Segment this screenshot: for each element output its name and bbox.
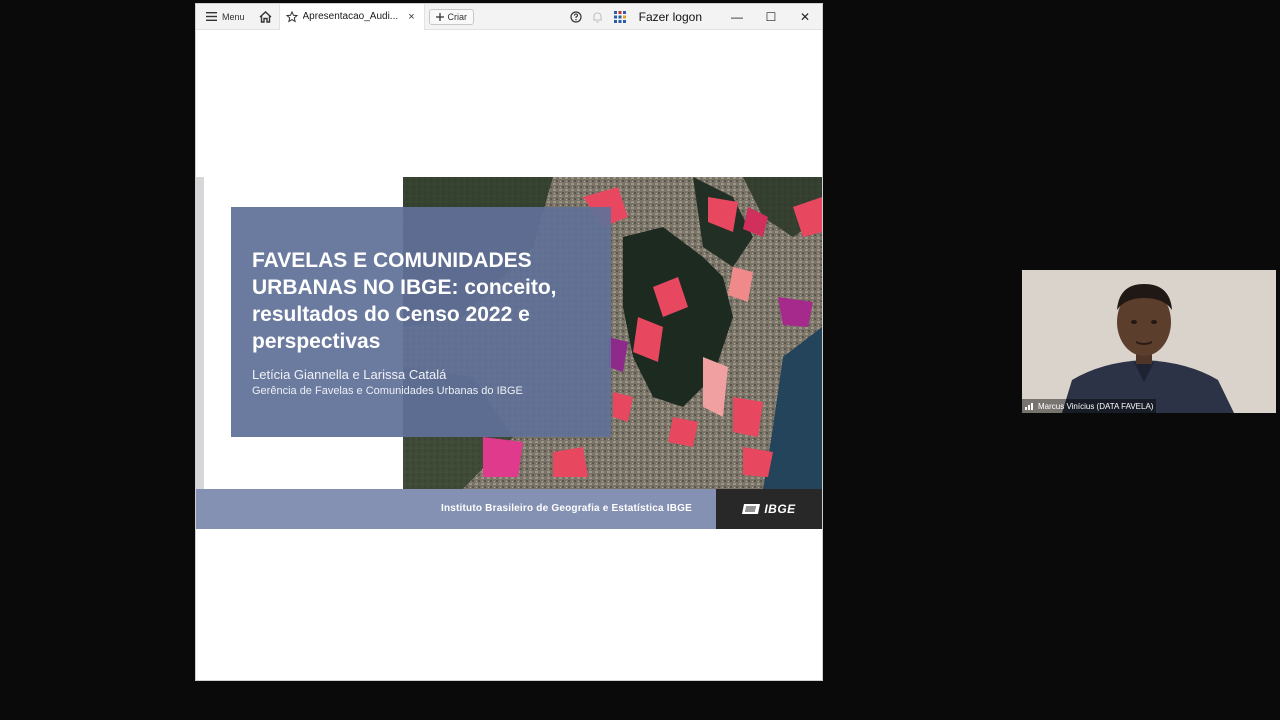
apps-grid-icon xyxy=(613,10,626,23)
app-window: Menu Apresentacao_Audi... × Criar Fazer … xyxy=(195,3,823,681)
bell-icon xyxy=(593,11,603,23)
create-button[interactable]: Criar xyxy=(428,8,475,25)
minimize-button[interactable]: — xyxy=(720,4,754,30)
participant-name-bar: Marcus Vinícius (DATA FAVELA) xyxy=(1022,399,1157,413)
signal-strength-icon xyxy=(1025,403,1033,410)
ibge-logo: IBGE xyxy=(716,489,822,529)
home-button[interactable] xyxy=(253,4,279,30)
slide-footer: Instituto Brasileiro de Geografia e Esta… xyxy=(196,489,822,529)
create-label: Criar xyxy=(447,11,468,22)
tab-document[interactable]: Apresentacao_Audi... × xyxy=(278,3,425,30)
slide-authors: Letícia Giannella e Larissa Catalá xyxy=(252,367,447,382)
ibge-logo-text: IBGE xyxy=(764,502,796,516)
tab-close-icon[interactable]: × xyxy=(406,11,418,23)
slide-title-box: FAVELAS E COMUNIDADES URBANAS NO IBGE: c… xyxy=(231,207,611,437)
participant-name: Marcus Vinícius (DATA FAVELA) xyxy=(1038,401,1154,411)
slide-department: Gerência de Favelas e Comunidades Urbana… xyxy=(252,385,523,397)
star-icon[interactable] xyxy=(285,10,298,23)
home-icon xyxy=(259,10,272,23)
apps-button[interactable] xyxy=(609,4,631,30)
slide-title: FAVELAS E COMUNIDADES URBANAS NO IBGE: c… xyxy=(252,249,557,353)
hamburger-icon xyxy=(206,12,217,21)
notifications-button[interactable] xyxy=(587,4,609,30)
sign-in-link[interactable]: Fazer logon xyxy=(631,4,720,30)
tab-title: Apresentacao_Audi... xyxy=(302,11,399,22)
ibge-logo-icon xyxy=(742,504,761,514)
participant-video-image xyxy=(1022,270,1276,413)
help-icon xyxy=(570,10,582,23)
footer-institution-text: Instituto Brasileiro de Geografia e Esta… xyxy=(440,503,692,514)
menu-label: Menu xyxy=(222,11,245,22)
close-button[interactable]: ✕ xyxy=(788,4,822,30)
menu-button[interactable]: Menu xyxy=(196,4,253,30)
screen: Menu Apresentacao_Audi... × Criar Fazer … xyxy=(0,0,1280,720)
maximize-button[interactable]: ☐ xyxy=(754,4,788,30)
presentation-slide: FAVELAS E COMUNIDADES URBANAS NO IBGE: c… xyxy=(196,177,822,529)
help-button[interactable] xyxy=(565,4,587,30)
plus-icon xyxy=(435,12,444,21)
title-bar: Menu Apresentacao_Audi... × Criar Fazer … xyxy=(196,3,822,30)
participant-video-tile[interactable]: Marcus Vinícius (DATA FAVELA) xyxy=(1022,270,1276,413)
slide-left-strip xyxy=(196,177,204,489)
